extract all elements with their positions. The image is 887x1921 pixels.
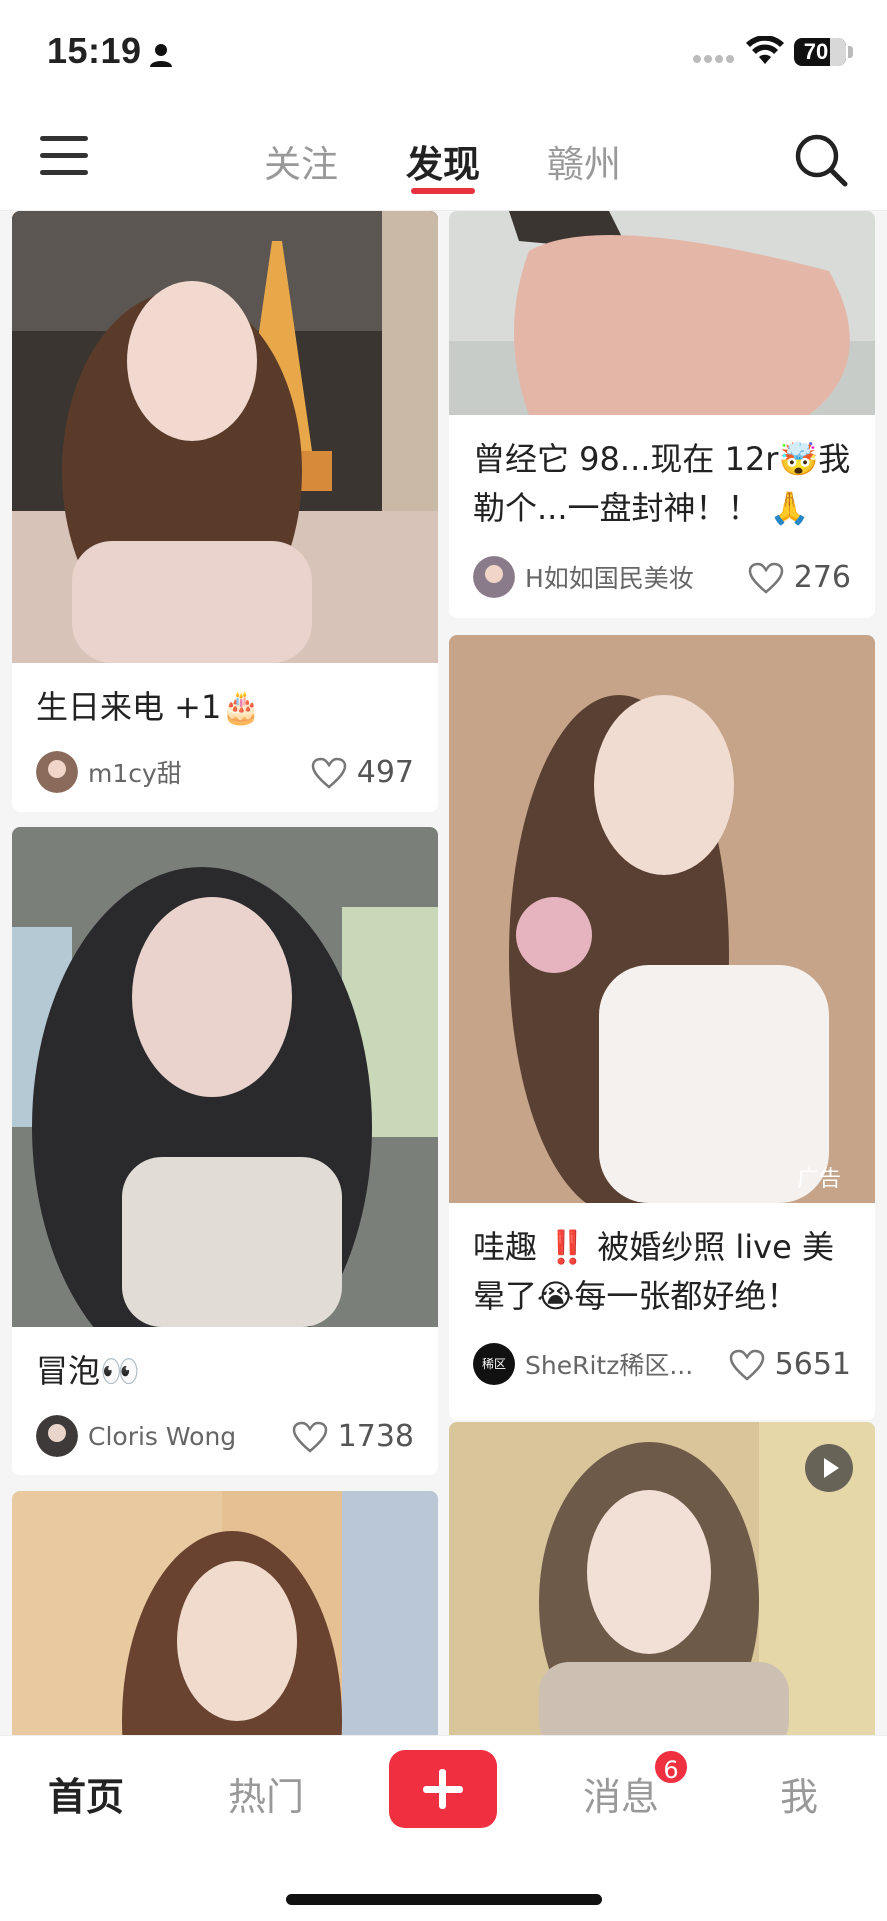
feed-card[interactable]: 生日来电 +1🎂 m1cy甜 497 (12, 211, 438, 812)
heart-icon (311, 757, 346, 789)
card-title: 曾经它 98...现在 12r🤯我勒个...一盘封神！！ 🙏 (473, 440, 851, 527)
menu-icon[interactable] (40, 136, 88, 180)
card-title: 生日来电 +1🎂 (36, 688, 262, 726)
author-name: SheRitz稀区... (525, 1351, 694, 1380)
status-time: 15:19 (47, 30, 142, 71)
wifi-icon (746, 36, 784, 64)
feed-card[interactable] (449, 1422, 875, 1735)
person-icon (150, 44, 172, 67)
heart-icon (748, 562, 783, 594)
card-author[interactable]: H如如国民美妆 (473, 556, 694, 598)
avatar (36, 1415, 78, 1457)
top-nav: 关注 发现 赣州 (0, 110, 887, 211)
feed-card[interactable]: 冒泡👀 Cloris Wong 1738 (12, 827, 438, 1475)
feed: 生日来电 +1🎂 m1cy甜 497 冒泡👀 Cloris Wong 1738 (0, 211, 887, 1735)
author-name: Cloris Wong (88, 1421, 237, 1451)
card-image (12, 827, 438, 1327)
video-play-icon (805, 1444, 853, 1492)
tab-follow[interactable]: 关注 (264, 134, 338, 188)
card-image (449, 211, 875, 415)
battery-level: 70 (803, 39, 829, 64)
like-button[interactable]: 1738 (292, 1419, 414, 1454)
feed-card[interactable]: 曾经它 98...现在 12r🤯我勒个...一盘封神！！ 🙏 H如如国民美妆 2… (449, 211, 875, 618)
status-bar: 15:19 70 (0, 0, 887, 110)
bottom-tab-bar: 首页 热门 消息 6 我 (0, 1735, 887, 1921)
avatar (36, 751, 78, 793)
tab-me[interactable]: 我 (780, 1766, 818, 1821)
card-image (12, 1491, 438, 1735)
like-button[interactable]: 497 (311, 755, 414, 790)
card-title: 冒泡👀 (36, 1352, 140, 1390)
active-tab-indicator (411, 188, 475, 194)
like-button[interactable]: 5651 (729, 1347, 851, 1382)
message-badge: 6 (652, 1748, 690, 1786)
home-indicator (286, 1894, 602, 1905)
card-author[interactable]: Cloris Wong (36, 1415, 236, 1457)
search-icon[interactable] (793, 132, 849, 188)
signal-dots-icon (693, 55, 734, 63)
heart-icon (292, 1421, 327, 1453)
card-image (449, 635, 875, 1203)
tab-hot[interactable]: 热门 (228, 1766, 304, 1821)
heart-icon (729, 1349, 764, 1381)
tab-local[interactable]: 赣州 (547, 134, 621, 188)
battery-cap (848, 46, 853, 58)
card-author[interactable]: m1cy甜 (36, 751, 182, 793)
like-count: 5651 (774, 1347, 851, 1382)
like-count: 276 (793, 560, 851, 595)
tab-messages[interactable]: 消息 (583, 1766, 659, 1821)
feed-card[interactable] (12, 1491, 438, 1735)
avatar (473, 556, 515, 598)
feed-card[interactable]: 广告 哇趣 ‼️ 被婚纱照 live 美晕了😭每一张都好绝！ 稀区 SheRit… (449, 635, 875, 1420)
like-count: 497 (356, 755, 414, 790)
tab-home[interactable]: 首页 (48, 1766, 124, 1821)
card-title: 哇趣 ‼️ 被婚纱照 live 美晕了😭每一张都好绝！ (473, 1228, 834, 1315)
author-name: m1cy甜 (88, 759, 182, 788)
card-author[interactable]: 稀区 SheRitz稀区... (473, 1343, 693, 1385)
ad-label: 广告 (797, 1167, 842, 1192)
avatar: 稀区 (473, 1343, 515, 1385)
like-count: 1738 (337, 1419, 414, 1454)
add-post-button[interactable] (389, 1750, 497, 1828)
tab-discover[interactable]: 发现 (406, 134, 480, 188)
like-button[interactable]: 276 (748, 560, 851, 595)
card-image (12, 211, 438, 663)
author-name: H如如国民美妆 (525, 564, 694, 593)
